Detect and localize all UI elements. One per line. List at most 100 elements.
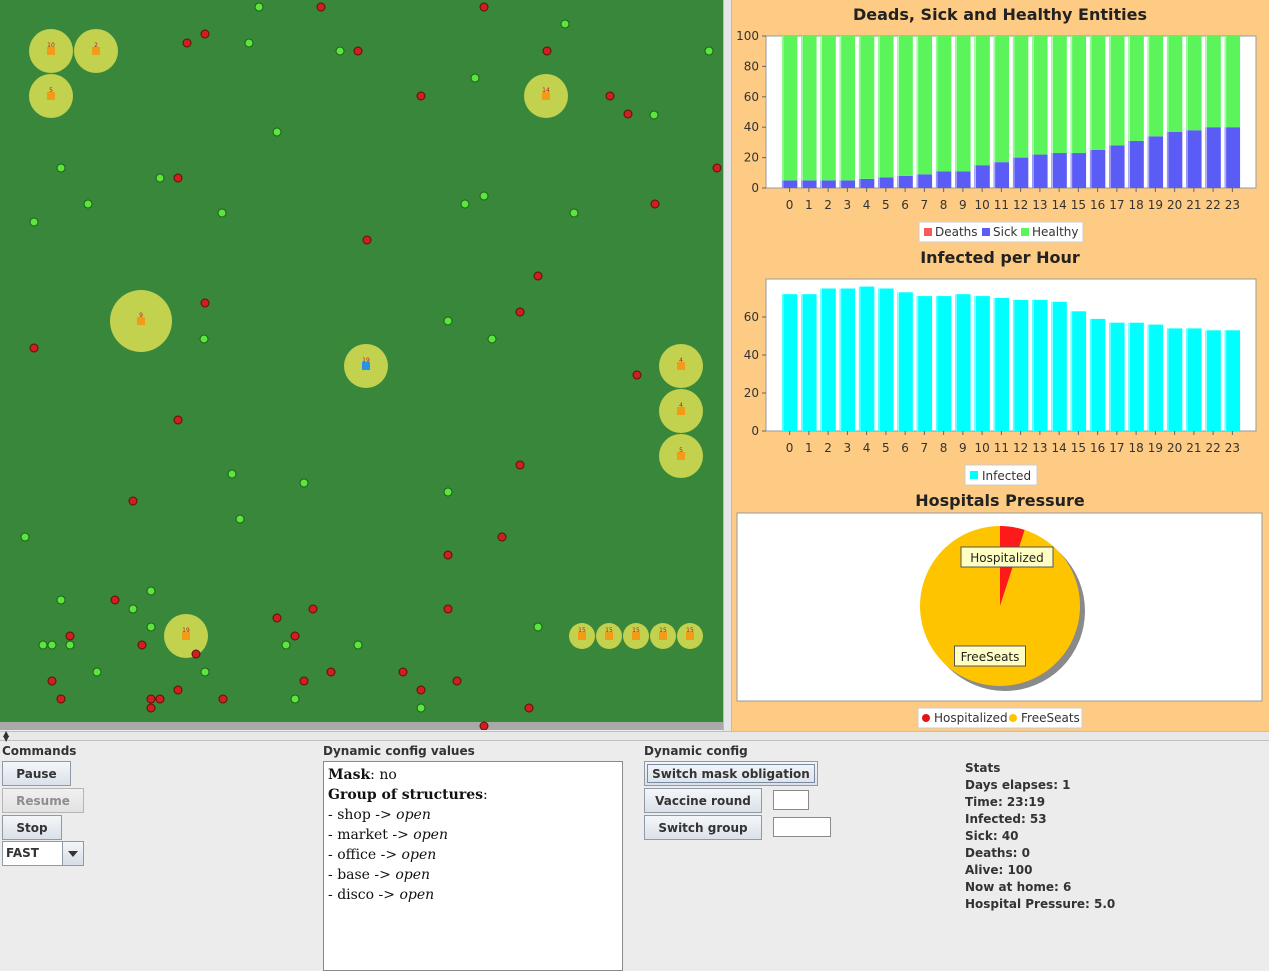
healthy-entity [460,199,470,209]
sick-entity [200,298,210,308]
sick-entity [416,685,426,695]
mask-label: Mask [328,767,371,783]
healthy-entity [65,640,75,650]
sick-entity [173,415,183,425]
stop-button[interactable]: Stop [2,815,62,840]
x-tick-label: 21 [1186,441,1201,455]
sick-entity [308,604,318,614]
bar-infected [897,292,913,431]
x-tick-label: 20 [1167,198,1182,212]
x-tick-label: 19 [1148,198,1163,212]
dynamic-values-textarea[interactable]: Mask: no Group of structures: - shop -> … [323,761,623,971]
healthy-entity [217,208,227,218]
switch-group-button[interactable]: Switch group [644,815,762,840]
bar-healthy [916,36,933,175]
bar-infected [1205,330,1221,431]
splitter-arrows-icon[interactable]: ▲ ▼ [3,730,9,743]
sick-entity [533,271,543,281]
x-tick-label: 23 [1225,198,1240,212]
infected-chart-title: Infected per Hour [920,248,1080,267]
charts-panel: Deads, Sick and Healthy Entities 0 20 40 60… [732,0,1269,732]
bar-infected [1166,328,1183,431]
chevron-down-icon[interactable] [62,842,83,865]
x-tick-label: 0 [786,441,794,455]
bar-infected [955,294,971,431]
bar-infected [1012,299,1029,431]
bar-sick [1089,150,1106,188]
bar-infected [993,298,1010,431]
vaccine-round-input[interactable] [773,790,809,810]
sick-entity [173,685,183,695]
pie-label-freeseats: FreeSeats [961,650,1020,664]
bar-sick [955,171,971,188]
sick-entity [65,631,75,641]
pause-button[interactable]: Pause [2,761,71,786]
x-tick-label: 6 [901,441,909,455]
x-tick-label: 22 [1205,441,1220,455]
structure: 19 [164,614,208,658]
bar-infected [781,294,798,431]
x-tick-label: 10 [974,198,989,212]
mask-value: no [379,767,397,783]
x-tick-label: 8 [940,198,948,212]
sick-entity [316,2,326,12]
healthy-entity [199,334,209,344]
healthy-entity [443,487,453,497]
stat-sick: Sick: 40 [965,829,1019,843]
bar-infected [1186,328,1202,431]
group-item: - office -> open [328,847,437,863]
legend-infected-swatch [970,471,978,479]
dynamic-config-title: Dynamic config [644,744,748,758]
bar-sick [1128,140,1144,188]
bar-sick [1012,157,1029,188]
pie-chart-legend: Hospitalized FreeSeats [917,707,1083,729]
sick-entity [326,667,336,677]
x-tick-label: 7 [921,198,929,212]
sick-entity [479,721,489,730]
healthy-entity [416,703,426,713]
sick-entity [146,703,156,713]
map-scrollbar[interactable] [0,722,723,730]
bar-infected [1051,301,1067,431]
dynamic-values-title: Dynamic config values [323,744,475,758]
sick-entity [452,676,462,686]
pie-chart-title: Hospitals Pressure [915,491,1085,510]
x-tick-label: 13 [1032,441,1047,455]
x-tick-label: 1 [805,198,813,212]
x-tick-label: 3 [844,198,852,212]
infected-chart-legend: Infected [964,464,1038,486]
x-tick-label: 14 [1051,441,1066,455]
sick-entity [218,694,228,704]
bar-healthy [1051,36,1067,154]
switch-mask-button[interactable]: Switch mask obligation [644,761,818,786]
infected-chart-plot-area [765,278,1257,432]
sick-entity [47,676,57,686]
legend-infected: Infected [982,469,1031,483]
sick-entity [110,595,120,605]
healthy-entity [155,173,165,183]
bar-healthy [858,36,875,179]
structure: 19 [344,344,388,388]
healthy-entity [704,46,714,56]
vertical-splitter[interactable] [723,0,732,732]
bar-infected [1224,330,1241,431]
y-tick-label: 20 [744,386,759,400]
x-tick-label: 12 [1013,441,1028,455]
horizontal-splitter[interactable]: ▲ ▼ [0,730,1269,743]
structure-label: 4 [679,402,683,409]
legend-deaths: Deaths [935,225,978,239]
sick-entity [299,676,309,686]
structure: 5 [29,74,73,118]
sick-entity [542,46,552,56]
switch-group-input[interactable] [773,817,831,837]
simulation-canvas: 10 2 5 14 9 19 4 4 5 19 15 15 15 15 15 [0,0,723,730]
structure: 9 [110,290,172,352]
vaccine-round-button[interactable]: Vaccine round [644,788,762,813]
speed-select[interactable]: FAST [2,841,84,866]
sick-entity [146,694,156,704]
bar-infected [1070,311,1087,431]
bar-healthy [1109,36,1125,146]
resume-button[interactable]: Resume [2,788,84,813]
x-tick-label: 17 [1109,441,1124,455]
bar-sick [1109,145,1125,188]
